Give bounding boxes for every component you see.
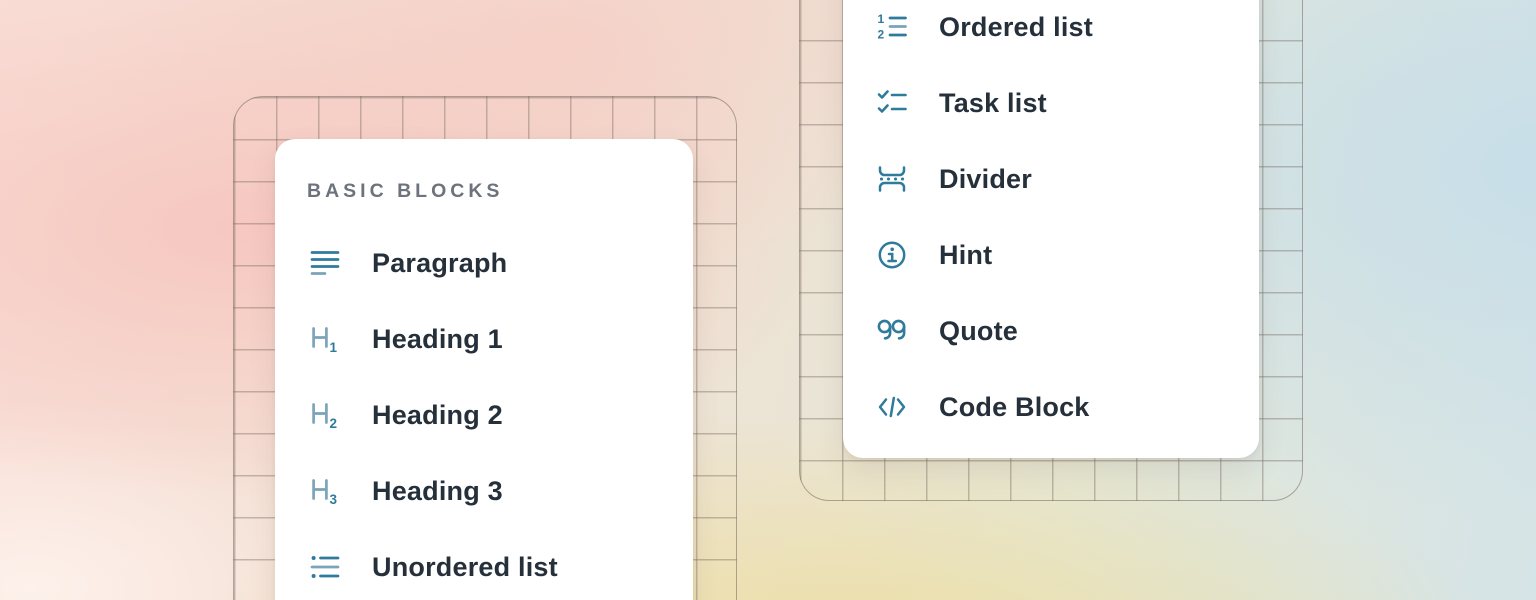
basic-blocks-menu: BASIC BLOCKS Paragraph 1 Heading 1 2 Heading… [275, 139, 693, 600]
menu-item-label: Ordered list [939, 12, 1093, 43]
menu-item-label: Paragraph [372, 248, 507, 279]
menu-item-paragraph[interactable]: Paragraph [307, 225, 661, 301]
menu-item-heading-3[interactable]: 3 Heading 3 [307, 453, 661, 529]
heading-2-icon: 2 [310, 400, 340, 430]
menu-item-ordered-list[interactable]: 12Ordered list [874, 0, 1228, 65]
hint-icon [877, 240, 907, 270]
menu-item-heading-1[interactable]: 1 Heading 1 [307, 301, 661, 377]
section-label-basic-blocks: BASIC BLOCKS [307, 179, 661, 203]
quote-icon [877, 316, 907, 346]
menu-list-left: Paragraph 1 Heading 1 2 Heading 2 3 Heading 3 U… [307, 225, 661, 600]
menu-item-label: Heading 1 [372, 324, 503, 355]
menu-item-unordered-list[interactable]: Unordered list [307, 529, 661, 600]
heading-1-icon: 1 [310, 324, 340, 354]
menu-item-label: Code Block [939, 392, 1090, 423]
menu-item-label: Quote [939, 316, 1018, 347]
ordered-list-icon: 12 [877, 12, 907, 42]
task-list-icon [877, 88, 907, 118]
menu-item-label: Heading 2 [372, 400, 503, 431]
heading-3-icon: 3 [310, 476, 340, 506]
menu-item-divider[interactable]: Divider [874, 141, 1228, 217]
menu-item-quote[interactable]: Quote [874, 293, 1228, 369]
svg-text:1: 1 [330, 340, 338, 354]
menu-item-label: Divider [939, 164, 1032, 195]
divider-icon [877, 164, 907, 194]
block-menu-illustration: BASIC BLOCKS Paragraph 1 Heading 1 2 Heading… [0, 0, 1536, 600]
menu-item-code-block[interactable]: Code Block [874, 369, 1228, 445]
unordered-list-icon [310, 552, 340, 582]
paragraph-icon [310, 248, 340, 278]
svg-text:1: 1 [878, 12, 885, 26]
menu-item-heading-2[interactable]: 2 Heading 2 [307, 377, 661, 453]
blocks-menu-continued: 12Ordered listTask listDividerHintQuoteC… [843, 0, 1259, 458]
svg-text:3: 3 [330, 492, 338, 506]
menu-item-label: Unordered list [372, 552, 558, 583]
menu-item-task-list[interactable]: Task list [874, 65, 1228, 141]
svg-text:2: 2 [878, 28, 885, 42]
code-block-icon [877, 392, 907, 422]
menu-item-label: Task list [939, 88, 1047, 119]
menu-item-label: Hint [939, 240, 992, 271]
menu-item-hint[interactable]: Hint [874, 217, 1228, 293]
menu-list-right: 12Ordered listTask listDividerHintQuoteC… [874, 0, 1228, 445]
svg-text:2: 2 [330, 416, 338, 430]
menu-item-label: Heading 3 [372, 476, 503, 507]
